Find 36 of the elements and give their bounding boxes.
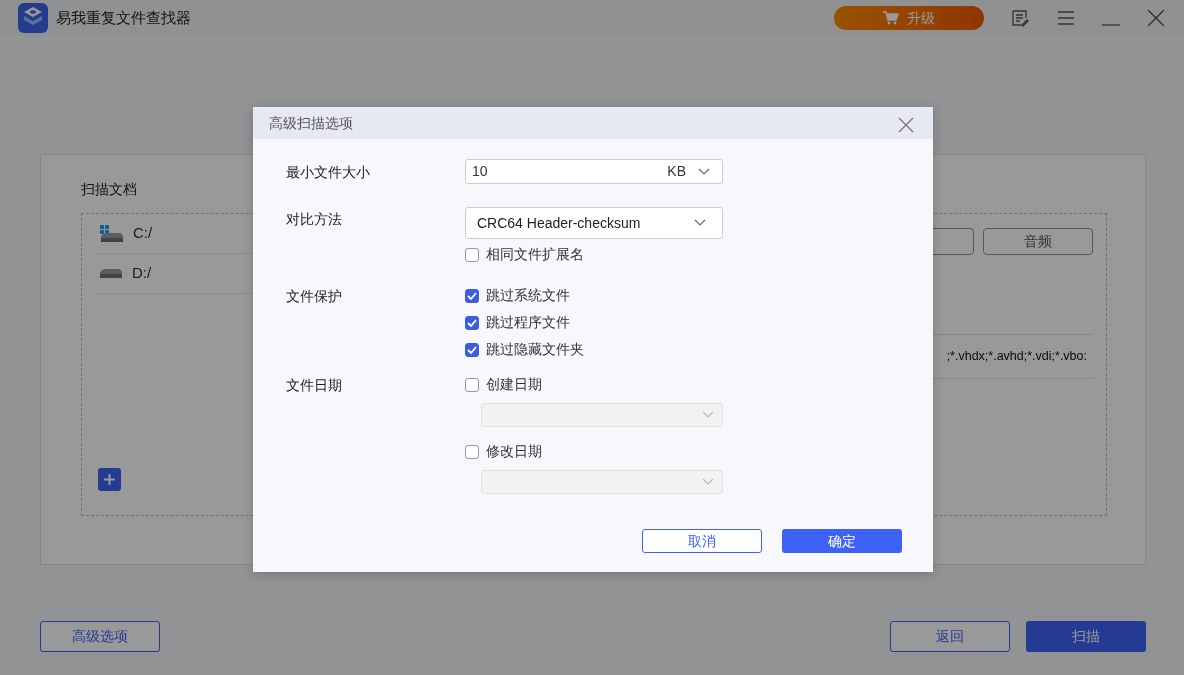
checkmark-icon: [467, 291, 477, 300]
extensions-text: ;*.vhdx;*.avhd;*.vdi;*.vbo:: [946, 348, 1087, 366]
app-logo-icon: [18, 3, 48, 33]
checkbox-option[interactable]: 跳过系统文件: [465, 282, 723, 309]
method-dropdown[interactable]: CRC64 Header-checksum: [465, 207, 723, 239]
chevron-down-icon: [702, 478, 714, 486]
add-button[interactable]: [98, 468, 121, 491]
feedback-icon[interactable]: [1010, 8, 1030, 28]
drive-icon: [100, 225, 123, 242]
checkbox-option[interactable]: 跳过隐藏文件夹: [465, 336, 723, 363]
field-label: 最小文件大小: [286, 164, 370, 180]
advanced-options-button[interactable]: 高级选项: [40, 621, 160, 652]
checkbox-option[interactable]: 跳过程序文件: [465, 309, 723, 336]
checkmark-icon: [467, 345, 477, 354]
file-type-button[interactable]: 音频: [983, 228, 1093, 255]
drive-icon: [100, 269, 122, 278]
app-title: 易我重复文件查找器: [56, 7, 191, 28]
checkbox-option[interactable]: 创建日期: [465, 371, 723, 398]
back-button[interactable]: 返回: [890, 621, 1010, 652]
section-label: 扫描文档: [81, 181, 137, 197]
field-label: 文件日期: [286, 377, 342, 393]
chevron-down-icon: [698, 167, 710, 176]
close-icon[interactable]: [1146, 8, 1166, 28]
dialog-title: 高级扫描选项: [269, 113, 353, 133]
scan-button[interactable]: 扫描: [1026, 621, 1146, 652]
chevron-down-icon: [694, 219, 706, 227]
cancel-button[interactable]: 取消: [642, 529, 762, 553]
plus-icon: [103, 473, 116, 486]
checkbox-option[interactable]: 修改日期: [465, 438, 723, 465]
checkbox-option[interactable]: 相同文件扩展名: [465, 241, 723, 268]
chevron-down-icon: [702, 411, 714, 419]
menu-icon[interactable]: [1056, 8, 1076, 28]
cart-icon: [883, 11, 899, 25]
checkmark-icon: [467, 318, 477, 327]
ok-button[interactable]: 确定: [782, 529, 902, 553]
size-input-field[interactable]: 10 KB: [465, 159, 723, 184]
